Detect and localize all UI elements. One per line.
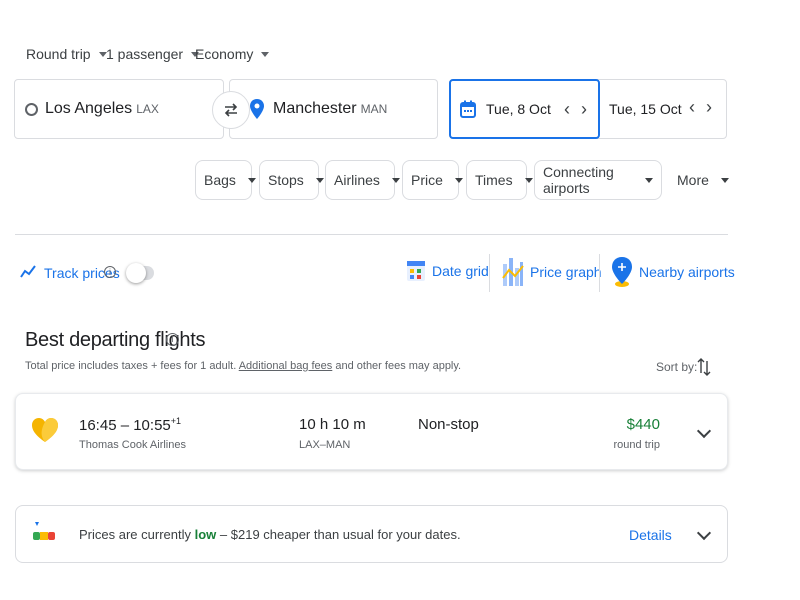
more-label: More	[677, 172, 709, 188]
nearby-airports-label: Nearby airports	[639, 264, 735, 280]
calendar-icon	[460, 100, 476, 118]
filter-chip-label: Connecting airports	[543, 164, 614, 196]
info-icon[interactable]: i	[166, 333, 179, 346]
destination-city: Manchester	[273, 100, 357, 117]
tool-divider	[599, 254, 600, 292]
flight-price: $440	[626, 416, 660, 433]
return-date[interactable]: Tue, 15 Oct	[609, 101, 682, 117]
date-grid-button[interactable]: Date grid	[406, 258, 489, 284]
price-note: round trip	[613, 439, 660, 451]
swap-button[interactable]	[212, 91, 250, 129]
filter-chip-label: Stops	[268, 172, 304, 188]
filter-chip-label: Price	[411, 172, 443, 188]
sort-by-label: Sort by:	[656, 360, 698, 374]
insight-suffix: – $219 cheaper than usual for your dates…	[219, 527, 461, 542]
caret-down-icon	[720, 177, 729, 183]
airline-name: Thomas Cook Airlines	[79, 439, 186, 451]
sort-icon[interactable]	[697, 357, 711, 377]
flight-times: 16:45 – 10:55+1	[79, 416, 181, 434]
filter-chip-airlines[interactable]: Airlines	[325, 160, 400, 200]
filter-chip-times[interactable]: Times	[466, 160, 533, 200]
toggle-knob	[126, 263, 146, 283]
section-divider	[15, 234, 728, 235]
flight-times-text: 16:45 – 10:55	[79, 417, 171, 434]
expand-chevron-icon[interactable]	[696, 423, 712, 439]
price-insight-text: Prices are currently low – $219 cheaper …	[79, 527, 461, 542]
date-grid-label: Date grid	[432, 263, 489, 279]
price-level-indicator-icon	[33, 522, 55, 540]
more-filters-button[interactable]: More	[677, 172, 729, 188]
insight-prefix: Prices are currently	[79, 527, 191, 542]
flight-duration: 10 h 10 m	[299, 416, 366, 433]
day-offset: +1	[170, 416, 182, 426]
origin-city: Los Angeles	[45, 100, 133, 117]
price-insight-card[interactable]: Prices are currently low – $219 cheaper …	[15, 505, 728, 563]
subtext-part: Total price includes taxes + fees for 1 …	[25, 360, 237, 372]
price-graph-icon	[502, 258, 524, 286]
flight-result-card[interactable]: 16:45 – 10:55+1 Thomas Cook Airlines 10 …	[15, 393, 728, 470]
filter-chip-stops[interactable]: Stops	[259, 160, 324, 200]
flight-route: LAX–MAN	[299, 439, 351, 451]
passengers-dropdown[interactable]: 1 passenger	[106, 46, 200, 62]
swap-arrows-icon	[224, 103, 238, 117]
info-icon[interactable]: i	[104, 266, 116, 278]
trip-type-label: Round trip	[26, 46, 91, 62]
destination-field[interactable]: Manchester MAN	[229, 79, 438, 139]
caret-down-icon	[247, 177, 256, 183]
nearby-airports-pin-icon	[612, 257, 632, 287]
price-level-low: low	[194, 527, 217, 542]
origin-code: LAX	[136, 102, 159, 116]
cabin-class-label: Economy	[195, 46, 254, 62]
departure-date-field[interactable]: Tue, 8 Oct ‹ ›	[449, 79, 600, 139]
caret-down-icon	[524, 177, 533, 183]
next-date-chevron-icon[interactable]: ›	[581, 99, 587, 120]
flight-stops: Non-stop	[418, 416, 479, 433]
caret-down-icon	[315, 177, 324, 183]
price-graph-label: Price graph	[530, 264, 602, 280]
nearby-airports-button[interactable]: Nearby airports	[611, 256, 735, 288]
tool-divider	[489, 254, 490, 292]
subtext-part: and other fees may apply.	[335, 360, 462, 372]
filter-chip-label: Times	[475, 172, 513, 188]
trend-line-icon	[20, 265, 36, 278]
next-return-chevron-icon[interactable]: ›	[706, 97, 712, 118]
filter-chip-label: Bags	[204, 172, 236, 188]
destination-code: MAN	[360, 102, 388, 116]
location-pin-icon	[250, 99, 264, 119]
airline-heart-logo-icon	[32, 418, 58, 442]
details-link[interactable]: Details	[629, 527, 672, 543]
trip-type-dropdown[interactable]: Round trip	[26, 46, 107, 62]
departure-date: Tue, 8 Oct	[486, 101, 551, 117]
filter-chip-label: Airlines	[334, 172, 380, 188]
cabin-class-dropdown[interactable]: Economy	[195, 46, 270, 62]
track-prices-toggle[interactable]	[126, 263, 154, 283]
prev-date-chevron-icon[interactable]: ‹	[564, 99, 570, 120]
caret-down-icon	[261, 51, 270, 57]
caret-down-icon	[645, 177, 653, 183]
caret-down-icon	[454, 177, 463, 183]
filter-chip-price[interactable]: Price	[402, 160, 463, 200]
origin-field[interactable]: Los Angeles LAX	[14, 79, 224, 139]
passengers-label: 1 passenger	[106, 46, 184, 62]
caret-down-icon	[391, 177, 400, 183]
date-grid-icon	[407, 261, 425, 281]
price-graph-button[interactable]: Price graph	[502, 256, 602, 288]
expand-chevron-icon[interactable]	[696, 525, 712, 541]
bag-fees-link[interactable]: Additional bag fees	[239, 360, 333, 372]
prev-return-chevron-icon[interactable]: ‹	[689, 97, 695, 118]
circle-icon	[25, 102, 38, 116]
results-subtext: Total price includes taxes + fees for 1 …	[25, 360, 461, 372]
filter-chip-connecting-airports[interactable]: Connecting airports	[534, 160, 662, 200]
filter-chip-bags[interactable]: Bags	[195, 160, 256, 200]
